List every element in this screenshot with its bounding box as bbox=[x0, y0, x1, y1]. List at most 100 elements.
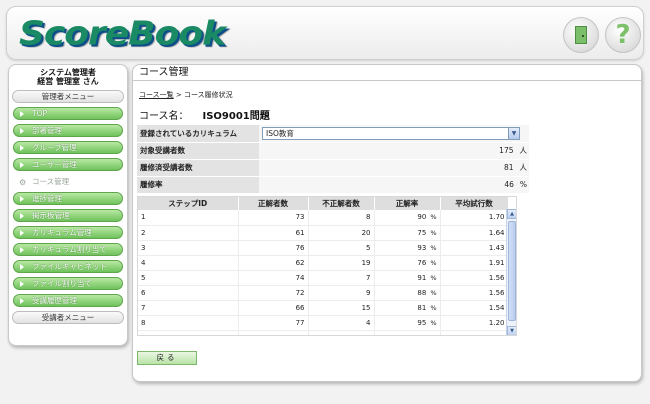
main-panel: コース管理 コース一覧 > コース履修状況 コース名： ISO9001問題 登録さ… bbox=[132, 64, 642, 382]
correct-rate-cell-value: 76 bbox=[417, 258, 427, 267]
arrow-right-icon bbox=[20, 196, 24, 202]
table-row[interactable]: 3 76 5 93% 1.43 bbox=[138, 240, 509, 256]
incorrect-count-cell-value: 19 bbox=[361, 258, 371, 267]
correct-count-cell-value: 62 bbox=[295, 258, 305, 267]
sidebar-item-6[interactable]: 進捗管理 bbox=[13, 192, 123, 205]
scrollbar-thumb[interactable] bbox=[508, 221, 516, 321]
incorrect-count-cell-value: 4 bbox=[366, 318, 371, 327]
correct-count-cell-value: 61 bbox=[295, 228, 305, 237]
correct-rate-cell-value: 93 bbox=[417, 243, 427, 252]
scroll-down-icon[interactable]: ▼ bbox=[507, 326, 516, 335]
correct-count-cell-value: 76 bbox=[296, 334, 305, 336]
table-row[interactable]: 8 77 4 95% 1.20 bbox=[138, 315, 509, 331]
incorrect-count-cell-value: 8 bbox=[366, 213, 371, 222]
scroll-up-icon[interactable]: ▲ bbox=[507, 209, 516, 219]
course-name-label: コース名： bbox=[139, 111, 189, 122]
page-title: コース管理 bbox=[133, 65, 641, 81]
table-row[interactable]: 2 61 20 75% 1.64 bbox=[138, 225, 509, 241]
sidebar-item-4[interactable]: ユーザー管理 bbox=[13, 158, 123, 171]
sidebar-item-label: TOP bbox=[32, 109, 48, 118]
grid-column-header[interactable]: 平均試行数 bbox=[440, 197, 509, 210]
correct-count-cell: 76 bbox=[238, 240, 309, 256]
logout-button[interactable] bbox=[563, 17, 599, 53]
incorrect-count-cell-value: 20 bbox=[361, 228, 371, 237]
correct-rate-cell-value: 81 bbox=[417, 303, 427, 312]
sidebar-item-3[interactable]: グループ管理 bbox=[13, 141, 123, 154]
correct-rate-cell: 76% bbox=[374, 255, 441, 271]
sidebar-item-5[interactable]: ⚙ コース管理 bbox=[13, 175, 123, 188]
grid-column-header[interactable]: ステップID bbox=[138, 197, 239, 210]
table-row[interactable]: 7 66 15 81% 1.54 bbox=[138, 300, 509, 316]
incorrect-count-cell: 9 bbox=[308, 285, 375, 301]
incorrect-count-cell-value: 7 bbox=[366, 273, 371, 282]
scorebook-logo[interactable]: ScoreBook bbox=[19, 15, 226, 53]
average-attempts-cell-value: 1.56 bbox=[488, 273, 505, 282]
table-row[interactable]: 5 74 7 91% 1.56 bbox=[138, 270, 509, 286]
average-attempts-cell: 1.54 bbox=[440, 300, 509, 316]
average-attempts-cell: 1.20 bbox=[440, 315, 509, 331]
correct-count-cell: 66 bbox=[238, 300, 309, 316]
average-attempts-cell: 1.91 bbox=[440, 255, 509, 271]
incorrect-count-cell: 8 bbox=[308, 210, 375, 226]
percent-unit: % bbox=[430, 318, 437, 327]
correct-count-cell: 62 bbox=[238, 255, 309, 271]
back-button[interactable]: 戻る bbox=[137, 351, 197, 365]
correct-count-cell: 74 bbox=[238, 270, 309, 286]
correct-rate-cell: 75% bbox=[374, 225, 441, 241]
target-count-value: 175 bbox=[499, 146, 514, 155]
sidebar-item-10[interactable]: ファイルキャビネット bbox=[13, 260, 123, 273]
curriculum-select[interactable]: ISO教育 ▼ bbox=[262, 126, 520, 140]
table-row[interactable]: 6 72 9 88% 1.56 bbox=[138, 285, 509, 301]
average-attempts-cell-value: 1.25 bbox=[489, 334, 505, 336]
incorrect-count-cell-value: 5 bbox=[366, 243, 371, 252]
incorrect-count-cell: 15 bbox=[308, 300, 375, 316]
chevron-down-icon[interactable]: ▼ bbox=[508, 127, 519, 139]
breadcrumb-course-list-link[interactable]: コース一覧 bbox=[139, 91, 174, 99]
grid-column-header[interactable]: 不正解者数 bbox=[308, 197, 375, 210]
percent-unit: % bbox=[430, 243, 437, 252]
arrow-right-icon bbox=[20, 298, 24, 304]
sidebar-item-11[interactable]: ファイル割り当て bbox=[13, 277, 123, 290]
sidebar-item-12[interactable]: 受講履歴管理 bbox=[13, 294, 123, 307]
correct-rate-cell-value: 75 bbox=[417, 228, 427, 237]
step-id-cell-value: 1 bbox=[141, 213, 146, 222]
help-button[interactable]: ? bbox=[605, 17, 641, 53]
step-id-cell: 9 bbox=[138, 330, 239, 335]
correct-count-cell: 73 bbox=[238, 210, 309, 226]
user-fullname: 経営 管理室 さん bbox=[37, 77, 99, 86]
admin-menu-caption: 管理者メニュー bbox=[12, 90, 124, 103]
step-id-cell-value: 3 bbox=[141, 243, 146, 252]
sidebar-item-2[interactable]: 部署管理 bbox=[13, 124, 123, 137]
sidebar-item-9[interactable]: カリキュラム割り当て bbox=[13, 243, 123, 256]
incorrect-count-cell-value: 9 bbox=[366, 288, 371, 297]
breadcrumb-separator: > bbox=[175, 91, 182, 99]
breadcrumb: コース一覧 > コース履修状況 bbox=[139, 90, 233, 100]
sidebar-item-1[interactable]: TOP bbox=[13, 107, 123, 120]
grid-column-header[interactable]: 正解率 bbox=[374, 197, 441, 210]
incorrect-count-cell: 5 bbox=[308, 330, 375, 335]
completion-rate-unit: % bbox=[519, 180, 527, 189]
correct-count-cell: 72 bbox=[238, 285, 309, 301]
step-id-cell-value: 6 bbox=[141, 288, 146, 297]
incorrect-count-cell: 20 bbox=[308, 225, 375, 241]
sidebar-item-7[interactable]: 掲示板管理 bbox=[13, 209, 123, 222]
correct-count-cell-value: 77 bbox=[295, 318, 305, 327]
user-name: システム管理者 経営 管理室 さん bbox=[9, 65, 127, 86]
correct-count-cell-value: 76 bbox=[295, 243, 305, 252]
correct-rate-cell-value: 90 bbox=[417, 213, 427, 222]
table-row[interactable]: 4 62 19 76% 1.91 bbox=[138, 255, 509, 271]
grid-scrollbar[interactable]: ▲ ▼ bbox=[506, 209, 516, 335]
table-row[interactable]: 9 76 5 93% 1.25 bbox=[138, 330, 509, 336]
correct-rate-cell-value: 91 bbox=[417, 273, 427, 282]
sidebar-item-8[interactable]: カリキュラム管理 bbox=[13, 226, 123, 239]
student-menu-caption[interactable]: 受講者メニュー bbox=[12, 311, 124, 324]
step-results-grid: ステップID 正解者数 不正解者数 正解率 平均試行数 1 73 8 90% 1.70 2 61 20… bbox=[137, 196, 517, 336]
correct-rate-cell-value: 95 bbox=[417, 318, 427, 327]
step-id-cell-value: 7 bbox=[141, 303, 146, 312]
table-row[interactable]: 1 73 8 90% 1.70 bbox=[138, 210, 509, 226]
correct-rate-cell: 95% bbox=[374, 315, 441, 331]
incorrect-count-cell: 19 bbox=[308, 255, 375, 271]
grid-column-header[interactable]: 正解者数 bbox=[238, 197, 309, 210]
average-attempts-cell-value: 1.43 bbox=[488, 243, 505, 252]
percent-unit: % bbox=[430, 303, 437, 312]
